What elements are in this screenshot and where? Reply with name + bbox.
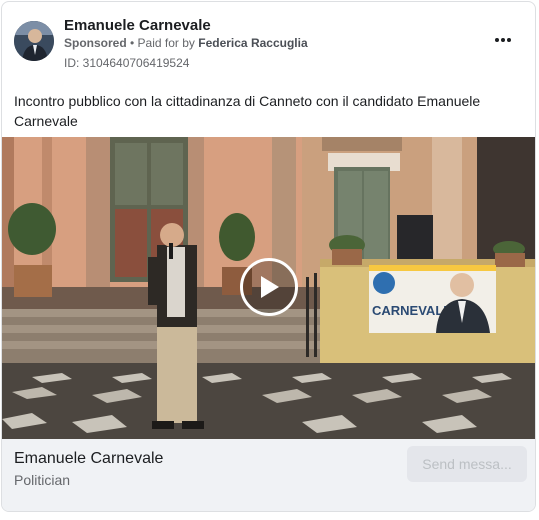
page-name[interactable]: Emanuele Carnevale xyxy=(64,17,211,34)
post-header: Emanuele Carnevale Sponsored • Paid for … xyxy=(14,17,523,70)
paid-for-prefix: Paid for by xyxy=(137,36,199,50)
footer-category: Politician xyxy=(14,472,71,488)
play-icon xyxy=(261,276,279,298)
sponsored-line: Sponsored • Paid for by Federica Raccugl… xyxy=(64,36,308,50)
sponsored-label: Sponsored xyxy=(64,36,127,50)
separator: • xyxy=(126,36,138,50)
ad-id: ID: 3104640706419524 xyxy=(64,56,190,70)
post-text: Incontro pubblico con la cittadinanza di… xyxy=(14,93,481,129)
send-message-button[interactable]: Send messa... xyxy=(407,446,527,482)
paid-for-name: Federica Raccuglia xyxy=(198,36,308,50)
footer-page-name[interactable]: Emanuele Carnevale xyxy=(14,450,163,468)
ad-card: Emanuele Carnevale Sponsored • Paid for … xyxy=(1,1,536,512)
more-options-button[interactable] xyxy=(491,30,515,50)
avatar[interactable] xyxy=(14,21,54,61)
ad-footer: Emanuele Carnevale Politician Send messa… xyxy=(2,439,535,511)
avatar-image xyxy=(14,21,54,61)
play-button[interactable] xyxy=(240,258,298,316)
video-player[interactable]: CARNEVALE xyxy=(2,137,535,439)
more-horizontal-icon xyxy=(495,38,499,42)
